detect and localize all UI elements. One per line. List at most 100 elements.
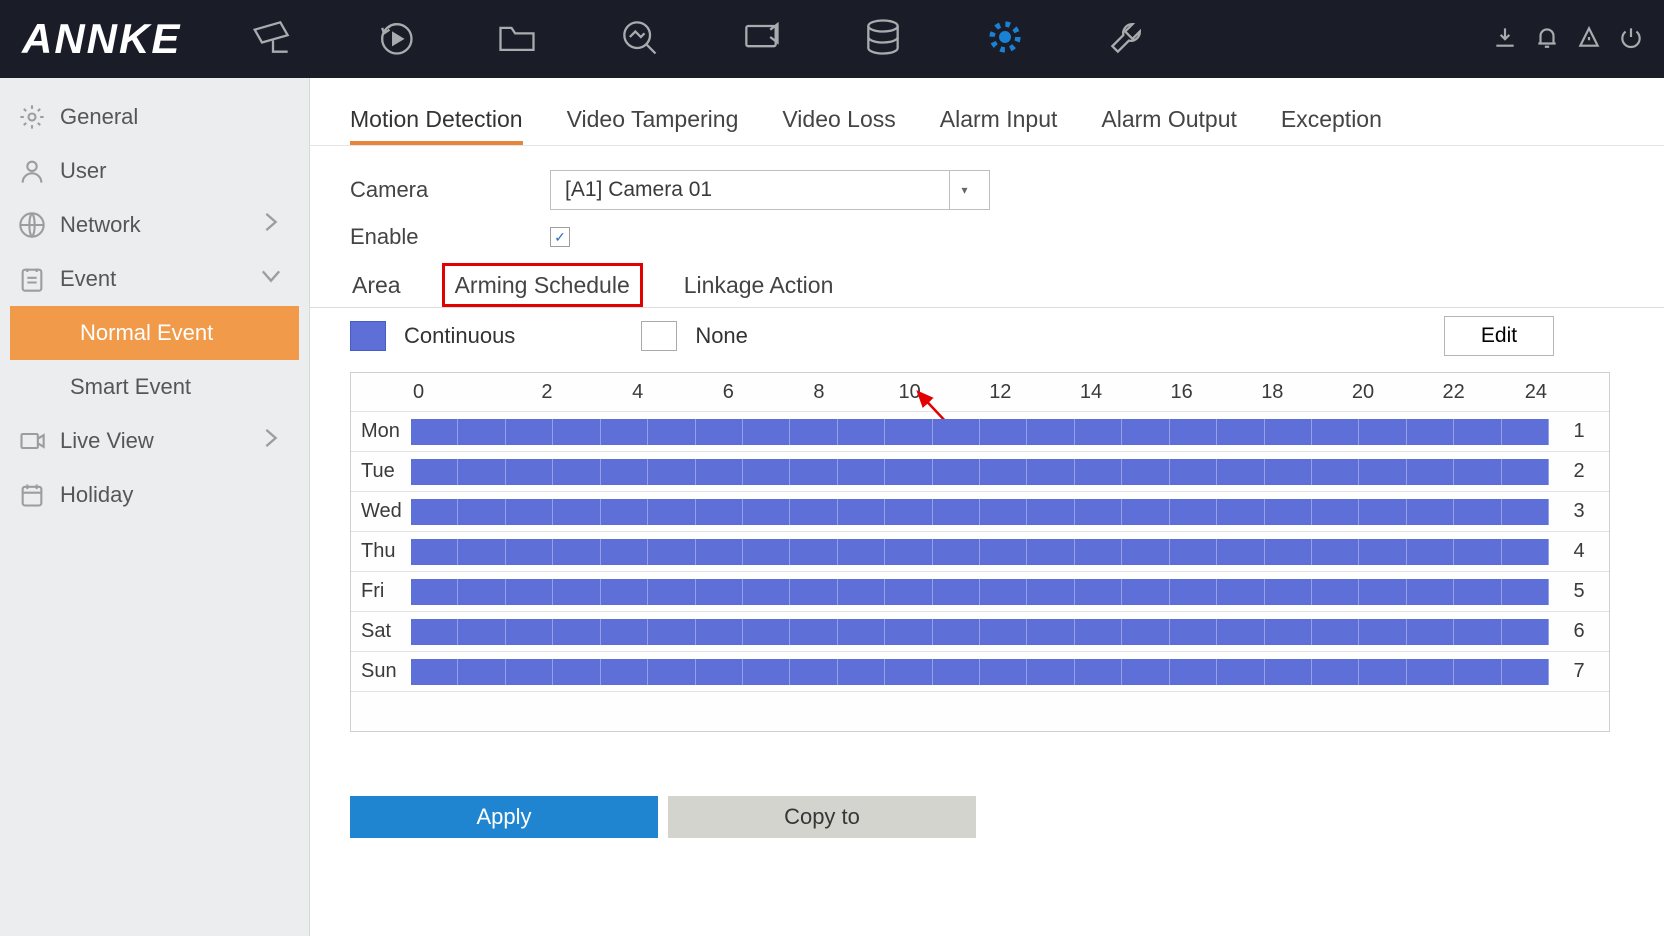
folder-icon[interactable] [495, 15, 539, 64]
day-num: 1 [1549, 420, 1609, 443]
sidebar-label: General [60, 104, 138, 130]
hour-label: 4 [592, 381, 683, 404]
schedule-empty-row [351, 691, 1609, 731]
camera-row: Camera [A1] Camera 01 ▾ [350, 170, 1664, 210]
download-icon[interactable] [1492, 24, 1518, 55]
sidebar-sub-label: Smart Event [70, 374, 191, 400]
sidebar-sub-smart-event[interactable]: Smart Event [0, 360, 309, 414]
schedule-row-wed[interactable]: Wed 3 [351, 491, 1609, 531]
sidebar-sub-label: Normal Event [80, 320, 213, 346]
analytics-icon[interactable] [617, 15, 661, 64]
enable-checkbox[interactable]: ✓ [550, 227, 570, 247]
schedule-bar[interactable] [411, 459, 1549, 485]
storage-icon[interactable] [861, 15, 905, 64]
camera-select[interactable]: [A1] Camera 01 ▾ [550, 170, 990, 210]
continuous-swatch [350, 321, 386, 351]
camera-icon[interactable] [251, 15, 295, 64]
subtab-linkage-action[interactable]: Linkage Action [682, 264, 836, 307]
hour-label: 14 [1046, 381, 1137, 404]
continuous-label: Continuous [404, 323, 515, 349]
subtab-arming-schedule[interactable]: Arming Schedule [445, 264, 640, 307]
sidebar-item-general[interactable]: General [0, 90, 309, 144]
schedule-row-mon[interactable]: Mon 1 [351, 411, 1609, 451]
day-name: Sun [351, 660, 411, 683]
subtab-label-highlighted: Arming Schedule [447, 268, 638, 302]
topbar-right [1492, 24, 1644, 55]
tab-alarm-input[interactable]: Alarm Input [940, 98, 1058, 145]
hour-label: 8 [774, 381, 865, 404]
day-name: Fri [351, 580, 411, 603]
settings-icon[interactable] [983, 15, 1027, 64]
tab-video-tampering[interactable]: Video Tampering [567, 98, 739, 145]
chevron-right-icon [257, 424, 285, 458]
schedule-row-tue[interactable]: Tue 2 [351, 451, 1609, 491]
schedule-row-sun[interactable]: Sun 7 [351, 651, 1609, 691]
day-name: Sat [351, 620, 411, 643]
main-content: Motion Detection Video Tampering Video L… [310, 78, 1664, 936]
schedule-bar[interactable] [411, 579, 1549, 605]
enable-row: Enable ✓ [350, 224, 1664, 250]
sidebar-label: Event [60, 266, 116, 292]
copy-to-button[interactable]: Copy to [668, 796, 976, 838]
apply-button[interactable]: Apply [350, 796, 658, 838]
schedule-hours: 0 2 4 6 8 10 12 14 16 18 20 22 24 [351, 373, 1609, 411]
schedule-bar[interactable] [411, 619, 1549, 645]
day-num: 2 [1549, 460, 1609, 483]
schedule-bar[interactable] [411, 659, 1549, 685]
topbar: ANNKE [0, 0, 1664, 78]
schedule-row-sat[interactable]: Sat 6 [351, 611, 1609, 651]
alert-icon[interactable] [1576, 24, 1602, 55]
dropdown-arrow-icon: ▾ [949, 171, 979, 209]
day-num: 4 [1549, 540, 1609, 563]
sidebar-item-holiday[interactable]: Holiday [0, 468, 309, 522]
subtab-area[interactable]: Area [350, 264, 403, 307]
day-name: Thu [351, 540, 411, 563]
schedule-row-thu[interactable]: Thu 4 [351, 531, 1609, 571]
hour-label: 18 [1227, 381, 1318, 404]
hour-label: 6 [683, 381, 774, 404]
topbar-nav [251, 15, 1492, 64]
schedule-bar[interactable] [411, 499, 1549, 525]
sidebar-sub-normal-event[interactable]: Normal Event [10, 306, 299, 360]
display-icon[interactable] [739, 15, 783, 64]
none-swatch [641, 321, 677, 351]
tab-video-loss[interactable]: Video Loss [782, 98, 895, 145]
bell-icon[interactable] [1534, 24, 1560, 55]
day-num: 7 [1549, 660, 1609, 683]
hour-label: 22 [1408, 381, 1499, 404]
hour-label: 2 [502, 381, 593, 404]
hour-label: 16 [1136, 381, 1227, 404]
playback-icon[interactable] [373, 15, 417, 64]
day-num: 3 [1549, 500, 1609, 523]
day-num: 6 [1549, 620, 1609, 643]
sidebar-item-network[interactable]: Network [0, 198, 309, 252]
sidebar-label: Live View [60, 428, 154, 454]
edit-button[interactable]: Edit [1444, 316, 1554, 356]
sidebar-label: Network [60, 212, 141, 238]
sidebar-item-liveview[interactable]: Live View [0, 414, 309, 468]
tab-motion-detection[interactable]: Motion Detection [350, 98, 523, 145]
day-name: Wed [351, 500, 411, 523]
schedule-row-fri[interactable]: Fri 5 [351, 571, 1609, 611]
sidebar-item-user[interactable]: User [0, 144, 309, 198]
power-icon[interactable] [1618, 24, 1644, 55]
legend: Continuous None Edit [310, 308, 1664, 364]
day-name: Mon [351, 420, 411, 443]
hour-label: 0 [411, 381, 502, 404]
tab-alarm-output[interactable]: Alarm Output [1101, 98, 1237, 145]
maintenance-icon[interactable] [1105, 15, 1149, 64]
schedule-grid[interactable]: 0 2 4 6 8 10 12 14 16 18 20 22 24 Mon 1 [350, 372, 1610, 732]
schedule-bar[interactable] [411, 419, 1549, 445]
day-num: 5 [1549, 580, 1609, 603]
sidebar-item-event[interactable]: Event [0, 252, 309, 306]
sidebar-label: Holiday [60, 482, 133, 508]
hour-label: 10 [864, 381, 955, 404]
none-label: None [695, 323, 748, 349]
bottom-buttons: Apply Copy to [350, 796, 1664, 838]
enable-label: Enable [350, 224, 550, 250]
schedule-bar[interactable] [411, 539, 1549, 565]
chevron-right-icon [257, 208, 285, 242]
hour-label: 24 [1499, 381, 1549, 404]
event-tabs: Motion Detection Video Tampering Video L… [310, 98, 1664, 146]
tab-exception[interactable]: Exception [1281, 98, 1382, 145]
